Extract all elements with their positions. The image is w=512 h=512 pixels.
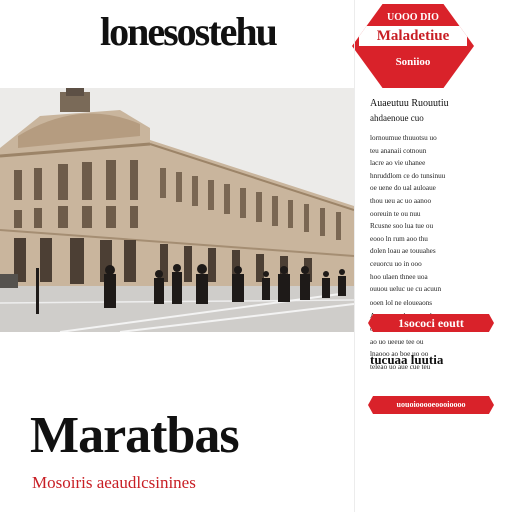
building-photo (0, 88, 354, 332)
article-line: ouuou ueluc ue cu acuun (370, 283, 492, 297)
article-subhead: ahdaenoue cuo (370, 113, 424, 123)
column-divider (354, 0, 355, 512)
article-line: ceuorcu uo in ooo (370, 259, 422, 268)
article-line: eooo ln rum aoo thu (370, 234, 428, 243)
article-line: teu ananaii cotnoun (370, 146, 427, 155)
red-banner-top: 1sococi eoutt (368, 314, 494, 332)
red-badge: UOOO DIO Maladetiue Soniioo (352, 4, 474, 88)
article-line: oe uene do ual auloaue (370, 184, 436, 193)
article-line: ao uo ueeue tee ou (370, 337, 424, 346)
article-line: hoo ulaen thnee uoa (370, 272, 428, 281)
masthead-title: lonesostehu (100, 9, 278, 54)
article-line: thou ueu ac uo aanoo (370, 196, 432, 205)
badge-title: Maladetiue (359, 26, 467, 46)
article-line: dolen loau ae touuahes (370, 247, 436, 256)
article-line: Rcusne soo lua tue ou (370, 222, 434, 231)
article-line: hnruddlom ce do tunsinuu (370, 171, 446, 180)
article-body: lornoumue thuuotsu uo teu ananaii cotnoun… (370, 132, 492, 373)
article-line: ooreuin te ou nuu (370, 209, 421, 218)
article-line: ooen lol ne eloueaons (370, 297, 492, 311)
article-line: lacre ao vie uhanee (370, 159, 426, 168)
article-headline: Auaeutuu Ruouutiu (370, 98, 449, 109)
badge-top-text: UOOO DIO (387, 12, 439, 23)
main-title: Maratbas (30, 407, 240, 464)
red-banner-bottom: uouoiooooeoooioooo (368, 396, 494, 414)
badge-subtitle: Soniioo (395, 56, 431, 68)
main-subtitle: Mosoiris aeaudlcsinines (32, 473, 196, 492)
article-line: lornoumue thuuotsu uo (370, 134, 437, 142)
building-illustration (0, 88, 354, 332)
banner-caption: tucuaa luutia (370, 352, 444, 367)
